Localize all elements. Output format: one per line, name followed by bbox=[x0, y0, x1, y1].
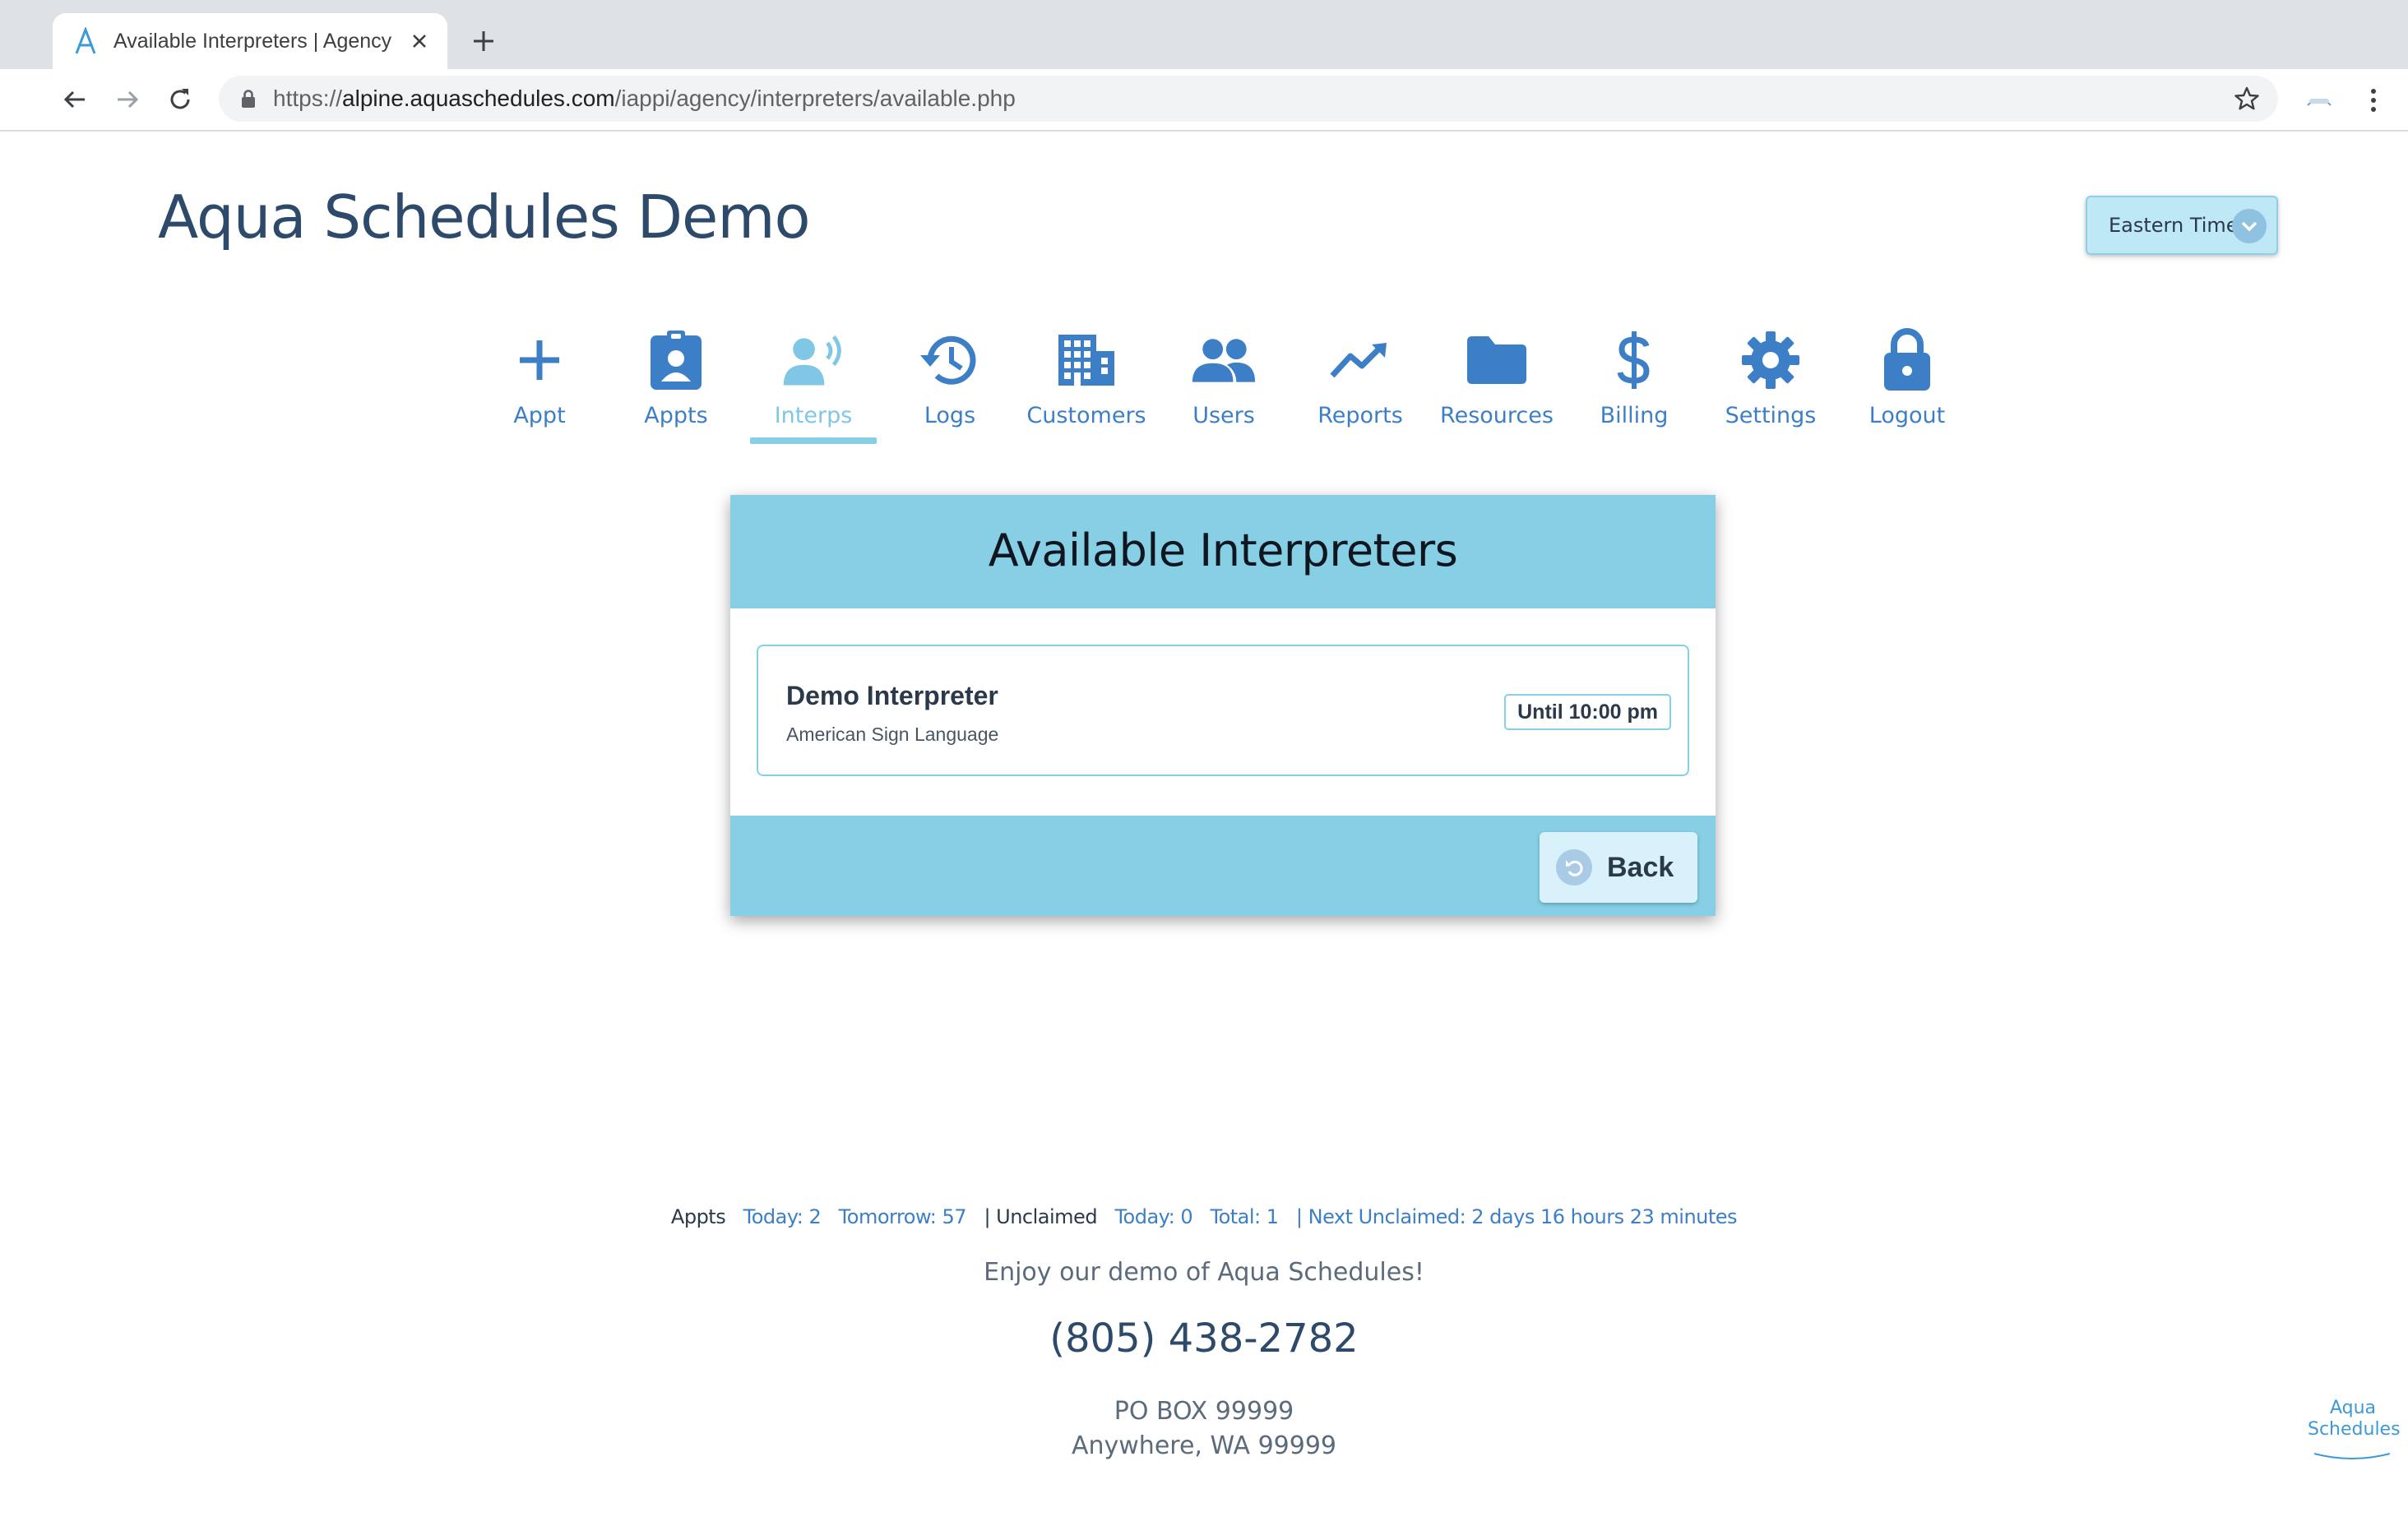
browser-menu-icon[interactable] bbox=[2360, 84, 2387, 117]
back-arrow-icon[interactable] bbox=[56, 81, 94, 118]
nav-item-logs[interactable]: Logs bbox=[882, 321, 1018, 444]
chevron-down-icon bbox=[2232, 209, 2267, 243]
active-tab-indicator bbox=[750, 437, 877, 444]
nav-label-customers: Customers bbox=[1026, 403, 1146, 428]
timezone-label: Eastern Time bbox=[2109, 214, 2239, 237]
new-tab-plus-icon[interactable] bbox=[467, 25, 500, 58]
nav-label-logs: Logs bbox=[924, 403, 976, 428]
panel-title: Available Interpreters bbox=[988, 525, 1458, 576]
back-label: Back bbox=[1607, 851, 1674, 883]
badge-icon bbox=[643, 327, 709, 393]
nav-label-settings: Settings bbox=[1725, 403, 1817, 428]
unclaimed-today-link[interactable]: Today: 0 bbox=[1114, 1205, 1192, 1228]
main-nav: Appt Appts Interps Logs Customers Users … bbox=[0, 321, 2408, 452]
availability-badge: Until 10:00 pm bbox=[1504, 694, 1671, 730]
phone-number: (805) 438-2782 bbox=[1049, 1316, 1359, 1362]
appts-today-link[interactable]: Today: 2 bbox=[743, 1205, 822, 1228]
lock-icon bbox=[1874, 327, 1940, 393]
nav-item-settings[interactable]: Settings bbox=[1702, 321, 1839, 444]
nav-item-users[interactable]: Users bbox=[1155, 321, 1292, 444]
aqua-schedules-logo[interactable]: Aqua Schedules bbox=[2308, 1398, 2401, 1464]
chart-line-icon bbox=[1327, 327, 1393, 393]
panel-footer: Back bbox=[730, 816, 1716, 916]
plus-icon bbox=[507, 327, 572, 393]
nav-label-logout: Logout bbox=[1869, 403, 1946, 428]
url-text: https://alpine.aquaschedules.com/iappi/a… bbox=[273, 86, 1016, 111]
undo-icon bbox=[1556, 849, 1592, 886]
nav-item-interps[interactable]: Interps bbox=[745, 321, 882, 444]
interpreter-card[interactable]: Demo Interpreter American Sign Language … bbox=[757, 645, 1689, 776]
close-icon[interactable] bbox=[406, 28, 433, 54]
nav-item-logout[interactable]: Logout bbox=[1839, 321, 1975, 444]
logo-line-1: Aqua bbox=[2329, 1398, 2377, 1418]
folder-icon bbox=[1464, 327, 1530, 393]
nav-item-billing[interactable]: Billing bbox=[1566, 321, 1702, 444]
gear-icon bbox=[1738, 327, 1804, 393]
browser-toolbar: https://alpine.aquaschedules.com/iappi/a… bbox=[0, 69, 2408, 132]
logo-swoosh-icon bbox=[2313, 1453, 2391, 1459]
browser-tab-strip: Available Interpreters | Agency bbox=[0, 0, 2408, 69]
unclaimed-total-link[interactable]: Total: 1 bbox=[1210, 1205, 1279, 1228]
users-icon bbox=[1191, 327, 1257, 393]
back-button[interactable]: Back bbox=[1540, 832, 1697, 903]
nav-item-resources[interactable]: Resources bbox=[1429, 321, 1565, 444]
lock-icon bbox=[237, 87, 260, 110]
nav-item-appt[interactable]: Appt bbox=[471, 321, 608, 444]
nav-item-reports[interactable]: Reports bbox=[1292, 321, 1429, 444]
nav-label-users: Users bbox=[1192, 403, 1255, 428]
browser-tab[interactable]: Available Interpreters | Agency bbox=[53, 13, 447, 69]
dollar-icon bbox=[1601, 327, 1667, 393]
address-bar[interactable]: https://alpine.aquaschedules.com/iappi/a… bbox=[219, 76, 2278, 122]
building-icon bbox=[1054, 327, 1119, 393]
nav-label-appts: Appts bbox=[644, 403, 708, 428]
nav-label-interps: Interps bbox=[774, 403, 853, 428]
unclaimed-label: | Unclaimed bbox=[984, 1205, 1098, 1228]
aqua-favicon-icon bbox=[72, 26, 99, 56]
forward-arrow-icon[interactable] bbox=[109, 81, 146, 118]
nav-label-appt: Appt bbox=[513, 403, 566, 428]
panel-header: Available Interpreters bbox=[730, 495, 1716, 608]
nav-label-reports: Reports bbox=[1317, 403, 1403, 428]
tagline: Enjoy our demo of Aqua Schedules! bbox=[984, 1258, 1424, 1287]
tab-title: Available Interpreters | Agency bbox=[113, 29, 392, 53]
appts-tomorrow-link[interactable]: Tomorrow: 57 bbox=[839, 1205, 967, 1228]
nav-item-customers[interactable]: Customers bbox=[1018, 321, 1155, 444]
interpreter-language: American Sign Language bbox=[786, 724, 999, 745]
logo-line-2: Schedules bbox=[2308, 1419, 2401, 1440]
page-title: Aqua Schedules Demo bbox=[158, 183, 811, 252]
history-icon bbox=[917, 327, 983, 393]
nav-label-resources: Resources bbox=[1440, 403, 1554, 428]
extension-icon[interactable] bbox=[2303, 86, 2336, 115]
appointment-stats: Appts Today: 2 Tomorrow: 57 | Unclaimed … bbox=[0, 1205, 2408, 1228]
interpreter-name: Demo Interpreter bbox=[786, 681, 998, 710]
interpreter-icon bbox=[780, 327, 846, 393]
address: PO BOX 99999 Anywhere, WA 99999 bbox=[0, 1394, 2408, 1464]
timezone-select[interactable]: Eastern Time bbox=[2086, 196, 2278, 255]
reload-icon[interactable] bbox=[161, 81, 199, 118]
appts-label: Appts bbox=[670, 1205, 726, 1228]
bookmark-star-icon[interactable] bbox=[2232, 84, 2262, 113]
next-unclaimed-link[interactable]: | Next Unclaimed: 2 days 16 hours 23 min… bbox=[1296, 1205, 1738, 1228]
nav-item-appts[interactable]: Appts bbox=[608, 321, 744, 444]
available-interpreters-panel: Available Interpreters Demo Interpreter … bbox=[730, 495, 1716, 916]
address-line-1: PO BOX 99999 bbox=[1114, 1397, 1294, 1426]
address-line-2: Anywhere, WA 99999 bbox=[1071, 1431, 1337, 1460]
nav-label-billing: Billing bbox=[1600, 403, 1669, 428]
